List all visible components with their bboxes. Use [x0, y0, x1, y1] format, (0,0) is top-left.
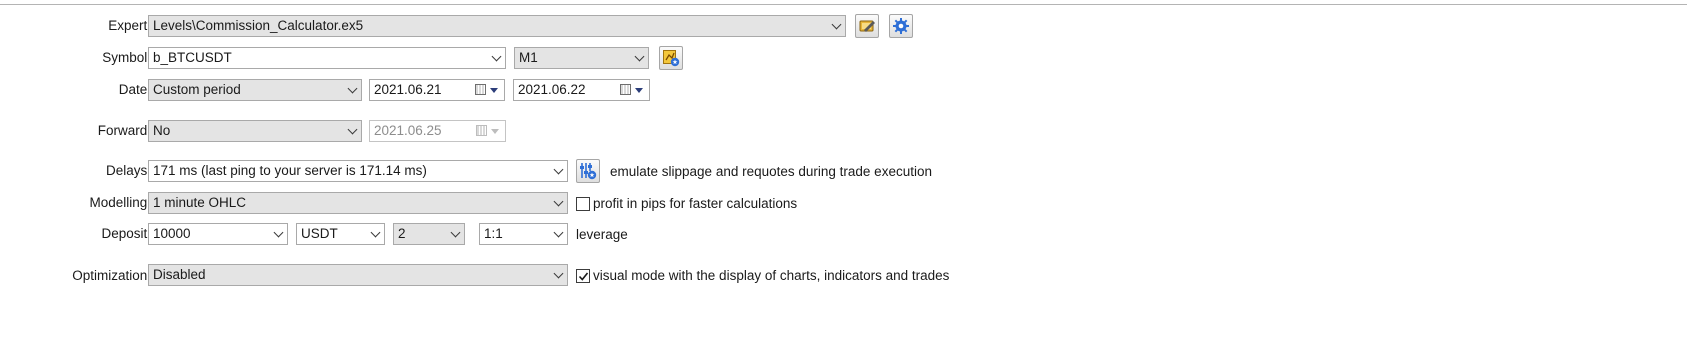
- symbol-properties-icon: [662, 49, 680, 67]
- dropdown-arrow-icon: [490, 88, 498, 93]
- modelling-select-value: 1 minute OHLC: [153, 195, 247, 210]
- deposit-currency-value: USDT: [301, 226, 338, 241]
- leverage-select[interactable]: 1:1: [479, 223, 568, 245]
- dropdown-arrow-icon: [491, 129, 499, 134]
- deposit-currency-select[interactable]: USDT: [296, 223, 385, 245]
- date-to-value: 2021.06.22: [518, 82, 586, 97]
- date-from-picker[interactable]: 2021.06.21: [369, 79, 505, 101]
- delays-select-value: 171 ms (last ping to your server is 171.…: [153, 163, 427, 178]
- slippage-text: emulate slippage and requotes during tra…: [610, 164, 932, 179]
- chevron-down-icon: [553, 196, 564, 207]
- chevron-down-icon: [553, 268, 564, 279]
- date-mode-select[interactable]: Custom period: [148, 79, 362, 101]
- chevron-down-icon: [347, 124, 358, 135]
- visual-mode-text: visual mode with the display of charts, …: [593, 268, 950, 283]
- calendar-icon: [476, 125, 487, 136]
- expert-label: Expert:: [108, 18, 151, 33]
- chevron-down-icon: [634, 51, 645, 62]
- forward-mode-value: No: [153, 123, 171, 138]
- optimization-select-value: Disabled: [153, 267, 206, 282]
- symbol-select[interactable]: b_BTCUSDT: [148, 47, 506, 69]
- leverage-text: leverage: [576, 227, 628, 242]
- forward-mode-select[interactable]: No: [148, 120, 362, 142]
- date-to-picker[interactable]: 2021.06.22: [513, 79, 650, 101]
- modelling-select[interactable]: 1 minute OHLC: [148, 192, 568, 214]
- chevron-down-icon: [553, 164, 564, 175]
- optimization-label: Optimization:: [72, 268, 151, 283]
- calendar-icon: [620, 84, 631, 95]
- profit-in-pips-checkbox[interactable]: [576, 197, 590, 211]
- timeframe-select-value: M1: [519, 50, 538, 65]
- chevron-down-icon: [273, 227, 284, 238]
- forward-label: Forward:: [97, 123, 151, 138]
- deposit-digits-select[interactable]: 2: [393, 223, 465, 245]
- deposit-label: Deposit:: [101, 226, 151, 241]
- chevron-down-icon: [553, 227, 564, 238]
- checkmark-icon: [578, 272, 589, 281]
- chevron-down-icon: [450, 227, 461, 238]
- profit-in-pips-text: profit in pips for faster calculations: [593, 196, 798, 211]
- delays-settings-button[interactable]: [576, 159, 600, 183]
- forward-date-value: 2021.06.25: [374, 123, 442, 138]
- chevron-down-icon: [370, 227, 381, 238]
- calendar-icon: [475, 84, 486, 95]
- expert-select[interactable]: Levels\Commission_Calculator.ex5: [148, 15, 846, 37]
- chevron-down-icon: [491, 51, 502, 62]
- optimization-select[interactable]: Disabled: [148, 264, 568, 286]
- edit-expert-icon: [858, 18, 876, 34]
- modelling-label: Modelling:: [89, 195, 151, 210]
- deposit-digits-value: 2: [398, 226, 406, 241]
- edit-expert-button[interactable]: [855, 14, 879, 38]
- dropdown-arrow-icon: [635, 88, 643, 93]
- date-from-value: 2021.06.21: [374, 82, 442, 97]
- leverage-value: 1:1: [484, 226, 503, 241]
- date-mode-value: Custom period: [153, 82, 241, 97]
- delays-label: Delays:: [105, 163, 151, 178]
- date-label: Date:: [118, 82, 151, 97]
- top-divider: [0, 4, 1687, 5]
- chevron-down-icon: [347, 83, 358, 94]
- timeframe-select[interactable]: M1: [514, 47, 649, 69]
- deposit-amount-value: 10000: [153, 226, 191, 241]
- symbol-select-value: b_BTCUSDT: [153, 50, 232, 65]
- gear-icon: [892, 17, 910, 35]
- symbol-properties-button[interactable]: [659, 46, 683, 70]
- visual-mode-checkbox[interactable]: [576, 269, 590, 283]
- expert-select-value: Levels\Commission_Calculator.ex5: [153, 18, 364, 33]
- delays-select[interactable]: 171 ms (last ping to your server is 171.…: [148, 160, 568, 182]
- expert-settings-button[interactable]: [889, 14, 913, 38]
- delays-settings-icon: [579, 162, 597, 180]
- forward-date-picker: 2021.06.25: [369, 120, 506, 142]
- chevron-down-icon: [831, 19, 842, 30]
- deposit-amount-select[interactable]: 10000: [148, 223, 288, 245]
- symbol-label: Symbol:: [102, 50, 151, 65]
